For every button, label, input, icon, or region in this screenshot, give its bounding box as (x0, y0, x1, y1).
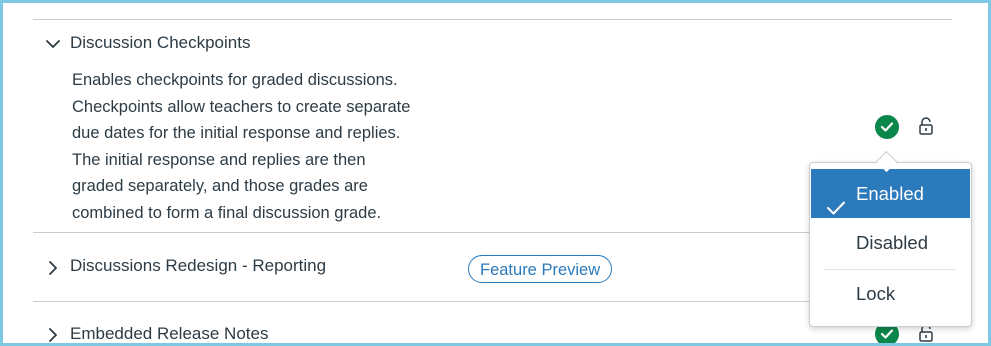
description-line: The initial response and replies are the… (72, 150, 366, 169)
description-line: graded separately, and those grades are (72, 177, 368, 195)
description-line: Enables checkpoints for graded discussio… (72, 71, 398, 89)
expand-chevron-icon[interactable] (43, 258, 63, 278)
feature-state-menu: Enabled Disabled Lock (809, 162, 972, 327)
enabled-status-check-icon[interactable] (875, 115, 899, 139)
feature-options-panel: Discussion Checkpoints Enables checkpoin… (0, 0, 991, 346)
menu-item-disabled[interactable]: Disabled (811, 218, 970, 267)
unlocked-icon[interactable] (917, 116, 937, 136)
divider (33, 19, 952, 20)
menu-item-label: Lock (856, 283, 896, 304)
menu-item-enabled[interactable]: Enabled (811, 169, 970, 218)
description-line: due dates for the initial response and r… (72, 124, 401, 142)
description-line: Checkpoints allow teachers to create sep… (72, 97, 411, 116)
menu-item-lock[interactable]: Lock (811, 269, 970, 318)
feature-title-discussion-checkpoints[interactable]: Discussion Checkpoints (70, 33, 250, 53)
menu-item-label: Disabled (856, 232, 928, 253)
feature-title-embedded-release-notes[interactable]: Embedded Release Notes (70, 324, 268, 343)
description-line: combined to form a final discussion grad… (72, 203, 382, 222)
expand-chevron-icon[interactable] (43, 325, 63, 343)
collapse-chevron-icon[interactable] (43, 34, 63, 54)
feature-description: Enables checkpoints for graded discussio… (72, 67, 452, 226)
feature-preview-badge: Feature Preview (468, 255, 613, 283)
feature-title-discussions-redesign-reporting[interactable]: Discussions Redesign - Reporting (70, 256, 326, 276)
menu-item-label: Enabled (856, 183, 924, 204)
